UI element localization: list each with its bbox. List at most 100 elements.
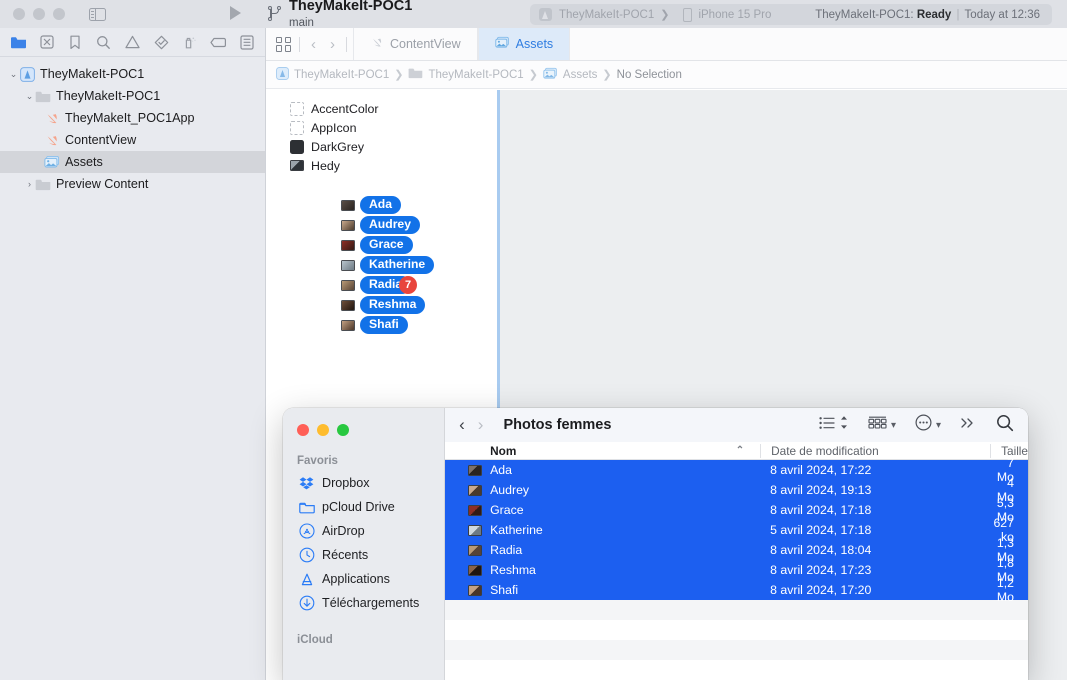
group-by-control[interactable]: ▾ [868,416,896,435]
tab-label: ContentView [390,37,461,51]
forward-button[interactable]: › [478,415,484,435]
image-thumbnail-icon [468,524,483,536]
file-name-cell: Audrey [445,483,760,497]
app-icon [539,8,552,21]
table-row[interactable]: Shafi 8 avril 2024, 17:20 1,2 Mo [445,576,1028,604]
tab-contentview[interactable]: ContentView [353,28,478,60]
file-date: 8 avril 2024, 17:22 [770,463,872,477]
tree-item-project[interactable]: ⌄ TheyMakeIt-POC1 [0,63,265,85]
sidebar-item-label: Dropbox [322,476,370,490]
xcode-window-controls[interactable] [0,8,65,20]
image-thumbnail-icon [468,504,483,516]
tree-item-preview-content[interactable]: › Preview Content [0,173,265,195]
sidebar-item-airdrop[interactable]: AirDrop [283,519,444,543]
tree-item-label: Preview Content [56,177,149,191]
sidebar-item-dropbox[interactable]: Dropbox [283,471,444,495]
asset-label: DarkGrey [311,139,365,154]
tree-item-contentview[interactable]: ContentView [0,129,265,151]
source-control-navigator-icon[interactable] [33,31,62,53]
device-icon [683,7,693,22]
scheme-indicator[interactable]: TheyMakeIt-POC1 main [268,0,412,29]
zoom-button[interactable] [53,8,65,20]
drag-item: Radia 7 [341,275,434,295]
find-navigator-icon[interactable] [90,31,119,53]
sidebar-item-label: Téléchargements [322,596,420,610]
empty-row [445,600,1028,620]
breadcrumb-item[interactable]: Assets [563,69,598,81]
tree-item-swift-app[interactable]: TheyMakeIt_POC1App [0,107,265,129]
back-button[interactable]: ‹ [459,415,465,435]
image-thumbnail-icon [341,239,355,251]
more-actions-icon[interactable] [915,414,932,436]
asset-item-accentcolor[interactable]: AccentColor [266,99,497,118]
minimize-button[interactable] [33,8,45,20]
asset-item-hedy[interactable]: Hedy [266,156,497,175]
disclosure-twisty[interactable]: ⌄ [8,69,19,80]
table-row[interactable]: Reshma 8 avril 2024, 17:23 1,8 Mo [445,556,1028,584]
go-forward-icon[interactable]: › [327,36,338,53]
project-navigator-icon[interactable] [4,31,33,53]
group-by-icon[interactable] [868,416,887,435]
column-header-date[interactable]: Date de modification [760,443,990,458]
empty-row [445,660,1028,680]
disclosure-twisty[interactable]: › [24,179,35,189]
zoom-button[interactable] [337,424,349,436]
file-size: 1,2 Mo [996,576,1014,604]
table-row[interactable]: Audrey 8 avril 2024, 19:13 4 Mo [445,476,1028,504]
airdrop-icon [297,523,316,539]
sort-order-icon[interactable] [839,415,849,435]
finder-sidebar: Favoris Dropbox pCloud Drive AirDrop Réc… [283,408,446,680]
breadcrumb-item[interactable]: TheyMakeIt-POC1 [428,69,523,81]
status-bar[interactable]: TheyMakeIt-POC1 ❯ iPhone 15 Pro TheyMake… [530,4,1052,25]
report-navigator-icon[interactable] [233,31,262,53]
status-divider: | [956,8,960,21]
table-row[interactable]: Radia 8 avril 2024, 18:04 1,3 Mo [445,536,1028,564]
branch-name: main [289,16,314,29]
asset-item-darkgrey[interactable]: DarkGrey [266,137,497,156]
sidebar-item-pcloud-drive[interactable]: pCloud Drive [283,495,444,519]
tree-item-assets[interactable]: Assets [0,151,265,173]
sidebar-item-recents[interactable]: Récents [283,543,444,567]
sidebar-item-downloads[interactable]: Téléchargements [283,591,444,615]
finder-main: ‹ › Photos femmes ▾ ▾ Nom ⌃ Date de modi… [445,408,1028,680]
more-actions-control[interactable]: ▾ [915,414,941,436]
sidebar-item-applications[interactable]: Applications [283,567,444,591]
tree-item-label: TheyMakeIt_POC1App [65,111,195,125]
run-play-icon[interactable] [230,6,241,20]
bookmark-navigator-icon[interactable] [61,31,90,53]
asset-item-appicon[interactable]: AppIcon [266,118,497,137]
close-button[interactable] [297,424,309,436]
file-name: Katherine [490,523,543,537]
sidebar-toggle-icon[interactable] [89,7,106,21]
tree-item-group[interactable]: ⌄ TheyMakeIt-POC1 [0,85,265,107]
related-items-icon[interactable] [276,36,291,52]
folder-icon [35,176,51,192]
finder-window-controls[interactable] [283,408,444,436]
minimize-button[interactable] [317,424,329,436]
tab-assets[interactable]: Assets [477,28,571,60]
breadcrumb-item[interactable]: TheyMakeIt-POC1 [294,69,389,81]
close-button[interactable] [13,8,25,20]
file-name: Ada [490,463,512,477]
disclosure-twisty[interactable]: ⌄ [24,91,35,102]
go-back-icon[interactable]: ‹ [308,36,319,53]
view-mode-control[interactable] [819,415,849,435]
chevron-down-icon[interactable]: ▾ [936,420,941,431]
swift-file-icon [370,36,384,52]
chevron-down-icon[interactable]: ▾ [891,420,896,431]
asset-label: AppIcon [311,120,357,135]
issue-navigator-icon[interactable] [118,31,147,53]
column-header-name[interactable]: Nom ⌃ [445,444,760,458]
debug-navigator-icon[interactable] [175,31,204,53]
file-name-cell: Radia [445,543,760,557]
breadcrumb-separator-icon: ❯ [528,69,538,81]
table-row[interactable]: Katherine 5 avril 2024, 17:18 627 ko [445,516,1028,544]
table-row[interactable]: Grace 8 avril 2024, 17:18 5,3 Mo [445,496,1028,524]
test-navigator-icon[interactable] [147,31,176,53]
breakpoint-navigator-icon[interactable] [204,31,233,53]
search-icon[interactable] [996,414,1014,437]
list-view-icon[interactable] [819,416,835,435]
tree-item-label: Assets [65,155,103,169]
table-row[interactable]: Ada 8 avril 2024, 17:22 7 Mo [445,456,1028,484]
overflow-icon[interactable] [960,416,977,435]
